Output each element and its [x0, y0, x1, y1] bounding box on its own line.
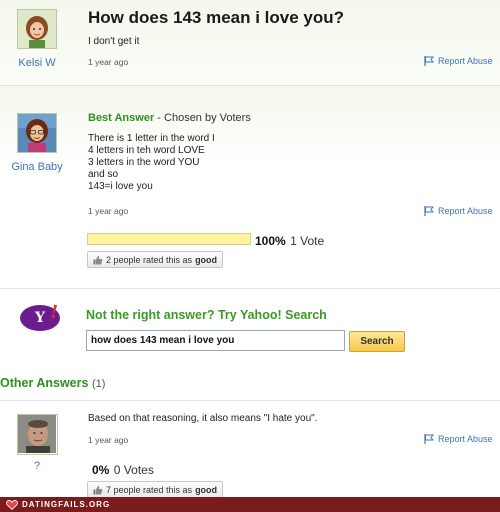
flag-icon: [424, 56, 434, 66]
other-answers-title: Other Answers: [0, 376, 89, 390]
rated-word: good: [195, 254, 218, 265]
question-report-abuse-link[interactable]: Report Abuse: [424, 56, 493, 66]
question-author[interactable]: Kelsi W: [0, 57, 74, 69]
vote-count: 1 Vote: [290, 234, 325, 248]
answer-line: There is 1 letter in the word I: [88, 133, 215, 144]
vote-count: 0 Votes: [113, 463, 154, 477]
divider: [0, 288, 500, 289]
avatar-gina[interactable]: [17, 113, 57, 153]
other-answer-body: Based on that reasoning, it also means "…: [88, 413, 318, 424]
avatar-anonymous[interactable]: [17, 414, 58, 455]
search-input[interactable]: [86, 330, 345, 351]
vote-summary: 100% 1 Vote: [255, 232, 324, 250]
vote-progress-fill: [88, 234, 250, 244]
heart-icon: [6, 499, 18, 510]
question-body: I don't get it: [88, 36, 140, 47]
thumbs-up-icon: [93, 485, 103, 494]
avatar-image: [18, 114, 56, 152]
divider: [0, 400, 500, 401]
watermark-footer: DATINGFAILS.ORG: [0, 497, 500, 512]
report-label: Report Abuse: [438, 434, 493, 444]
answer-line: 3 letters in the word YOU: [88, 157, 200, 168]
best-answer-label: Best Answer - Chosen by Voters: [88, 112, 251, 124]
other-answers-count: (1): [91, 378, 106, 390]
other-answers-heading: Other Answers (1): [0, 376, 105, 390]
best-answer-body: There is 1 letter in the word I 4 letter…: [88, 133, 215, 193]
vote-percent: 100%: [255, 234, 286, 248]
watermark-text: DATINGFAILS.ORG: [22, 500, 111, 509]
best-answer-report-abuse-link[interactable]: Report Abuse: [424, 206, 493, 216]
thumbs-up-icon: [93, 255, 103, 264]
answer-line: and so: [88, 169, 119, 180]
chosen-by-voters: - Chosen by Voters: [154, 112, 251, 124]
flag-icon: [424, 434, 434, 444]
answer-line: 143=i love you: [88, 181, 153, 192]
rated-good-button[interactable]: 7 people rated this as good: [87, 481, 224, 498]
flag-icon: [424, 206, 434, 216]
vote-progress-bar: [87, 233, 251, 245]
best-answer-author[interactable]: Gina Baby: [0, 161, 74, 173]
other-answer-time: 1 year ago: [88, 435, 129, 445]
vote-percent: 0%: [92, 463, 110, 477]
other-answer-report-abuse-link[interactable]: Report Abuse: [424, 434, 493, 444]
question-title: How does 143 mean i love you?: [88, 8, 345, 27]
rated-prefix: 7 people rated this as: [106, 484, 193, 495]
answer-line: 4 letters in teh word LOVE: [88, 145, 205, 156]
avatar-image: [18, 10, 56, 48]
question-time: 1 year ago: [88, 57, 129, 67]
rated-word: good: [195, 484, 218, 495]
other-vote-summary: 0% 0 Votes: [92, 461, 154, 479]
avatar-image: [18, 415, 56, 453]
other-answer-author[interactable]: ?: [0, 460, 74, 472]
best-answer-time: 1 year ago: [88, 206, 129, 216]
rated-good-button[interactable]: 2 people rated this as good: [87, 251, 224, 268]
try-yahoo-search-prompt: Not the right answer? Try Yahoo! Search: [86, 308, 327, 322]
rated-prefix: 2 people rated this as: [106, 254, 193, 265]
yahoo-logo-letter: Y: [35, 310, 45, 326]
avatar-kelsi[interactable]: [17, 9, 57, 49]
best-answer-title: Best Answer: [88, 112, 155, 124]
search-button[interactable]: Search: [349, 331, 405, 352]
report-label: Report Abuse: [438, 56, 493, 66]
report-label: Report Abuse: [438, 206, 493, 216]
